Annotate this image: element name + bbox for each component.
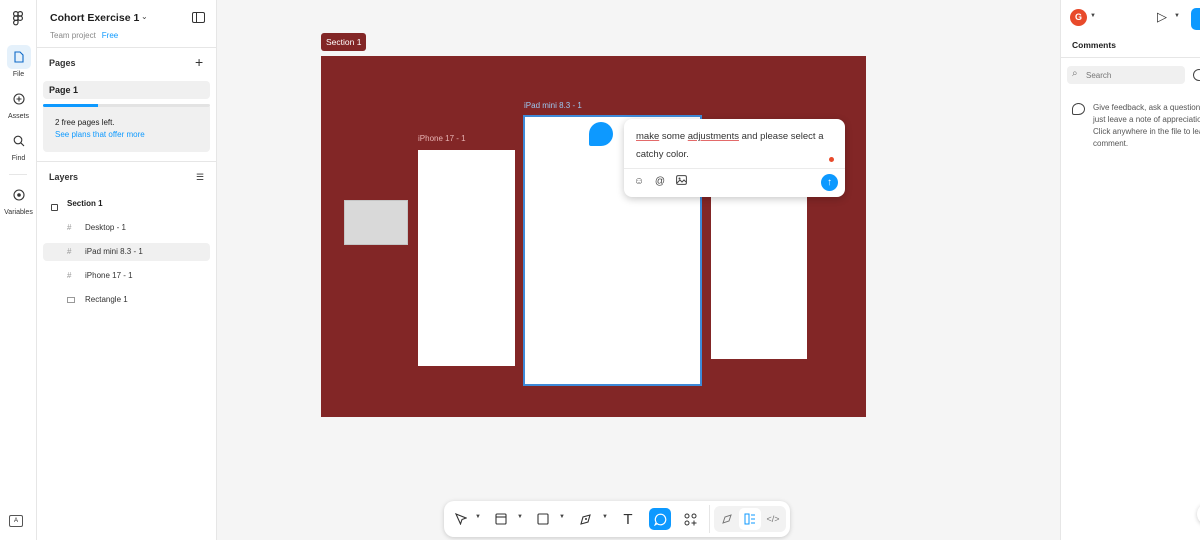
layer-label: iPad mini 8.3 - 1: [85, 247, 143, 256]
rail-assets[interactable]: Assets: [0, 87, 37, 120]
bottom-toolbar: ▼ ▼ ▼ ▼ T </>: [444, 501, 790, 537]
section-label[interactable]: Section 1: [321, 33, 367, 51]
add-page-icon[interactable]: +: [195, 55, 203, 69]
right-panel: G ▼ ▷ ▼ Comments ⌕ Give feedback, ask a …: [1060, 0, 1200, 540]
layer-iphone-17[interactable]: # iPhone 17 - 1: [43, 267, 210, 285]
assets-icon: [7, 87, 31, 111]
comment-word: make: [636, 131, 660, 142]
filter-icon[interactable]: [1193, 69, 1200, 81]
layer-label: Section 1: [67, 199, 103, 208]
share-button[interactable]: [1191, 8, 1200, 30]
frame-icon: #: [67, 247, 72, 256]
page-item-page-1[interactable]: Page 1: [43, 81, 210, 99]
frame-icon: #: [67, 223, 72, 232]
figma-logo-icon[interactable]: [9, 9, 27, 27]
frame-tool-icon[interactable]: [490, 508, 512, 530]
divider: [624, 168, 845, 169]
avatar[interactable]: G: [1070, 9, 1087, 26]
chevron-down-icon[interactable]: ▼: [559, 514, 565, 520]
search-input[interactable]: [1086, 68, 1181, 82]
rail-file[interactable]: File: [0, 45, 37, 78]
rail-find-label: Find: [11, 155, 26, 162]
chevron-down-icon[interactable]: ▼: [517, 514, 523, 520]
comment-composer[interactable]: make some adjustments and please select …: [624, 119, 845, 197]
mention-icon[interactable]: @: [653, 175, 667, 189]
ui-settings-icon[interactable]: A: [9, 515, 23, 527]
rail-variables-label: Variables: [4, 209, 33, 216]
section-icon: [51, 200, 58, 218]
layer-label: iPhone 17 - 1: [85, 271, 133, 280]
image-icon[interactable]: [674, 175, 688, 189]
draw-mode-icon[interactable]: [716, 508, 738, 530]
spellcheck-dot: [829, 157, 834, 162]
send-comment-button[interactable]: ↑: [821, 174, 838, 191]
variables-icon: [7, 183, 31, 207]
pen-tool-icon[interactable]: [574, 508, 596, 530]
layer-desktop-1[interactable]: # Desktop - 1: [43, 219, 210, 237]
left-panel: Cohort Exercise 1 ⌄ Team project Free Pag…: [37, 0, 217, 540]
comment-pin-icon[interactable]: [589, 122, 613, 146]
comment-word: some: [659, 131, 688, 142]
divider: [37, 161, 217, 162]
search-icon: ⌕: [1072, 68, 1078, 79]
collapse-layers-icon[interactable]: ☰: [196, 172, 204, 183]
rail-variables[interactable]: Variables: [0, 183, 37, 216]
free-pages-notice: 2 free pages left. See plans that offer …: [43, 107, 210, 152]
layer-rectangle-1[interactable]: Rectangle 1: [43, 291, 210, 309]
layer-label: Desktop - 1: [85, 223, 126, 232]
left-rail: File Assets Find Variables A: [0, 0, 37, 540]
desktop-frame[interactable]: [711, 194, 807, 359]
file-title[interactable]: Cohort Exercise 1: [50, 12, 139, 24]
layers-heading: Layers: [49, 172, 79, 182]
iphone-frame-label[interactable]: iPhone 17 - 1: [418, 134, 466, 143]
move-tool-icon[interactable]: [450, 508, 472, 530]
comment-input[interactable]: make some adjustments and please select …: [636, 128, 836, 164]
rail-divider: [9, 174, 27, 175]
chevron-down-icon[interactable]: ▼: [1174, 13, 1180, 19]
rectangle-1[interactable]: [344, 200, 408, 245]
chevron-down-icon[interactable]: ▼: [602, 514, 608, 520]
pages-heading: Pages: [49, 58, 76, 68]
comments-heading: Comments: [1072, 40, 1116, 50]
iphone-17-frame[interactable]: [418, 150, 515, 366]
file-subtitle: Team project Free: [50, 31, 118, 40]
divider: [37, 47, 217, 48]
layer-label: Rectangle 1: [85, 295, 128, 304]
comment-bubble-icon: [1072, 103, 1085, 115]
comment-tool-icon[interactable]: [649, 508, 671, 530]
comments-empty-hint: Give feedback, ask a question, or just l…: [1093, 103, 1200, 148]
comment-word: adjustments: [687, 131, 739, 142]
rail-file-label: File: [12, 71, 25, 78]
comments-search[interactable]: ⌕: [1067, 66, 1185, 84]
search-icon: [7, 129, 31, 153]
section-1[interactable]: iPhone 17 - 1 iPad mini 8.3 - 1: [321, 56, 866, 417]
text-tool-icon[interactable]: T: [617, 508, 639, 530]
layer-ipad-mini[interactable]: # iPad mini 8.3 - 1: [43, 243, 210, 261]
chevron-down-icon[interactable]: ▼: [475, 514, 481, 520]
layer-section-1[interactable]: Section 1: [43, 195, 210, 213]
panel-toggle-icon[interactable]: [192, 12, 205, 23]
rail-find[interactable]: Find: [0, 129, 37, 162]
emoji-icon[interactable]: ☺: [632, 175, 646, 189]
dev-mode-icon[interactable]: </>: [762, 508, 784, 530]
rail-assets-label: Assets: [7, 113, 29, 120]
ipad-frame-label[interactable]: iPad mini 8.3 - 1: [524, 101, 582, 110]
divider: [709, 505, 710, 533]
free-pages-text: 2 free pages left.: [55, 118, 115, 127]
frame-icon: #: [67, 271, 72, 280]
canvas[interactable]: Section 1 iPhone 17 - 1 iPad mini 8.3 - …: [217, 0, 1060, 540]
plan-badge[interactable]: Free: [102, 31, 118, 40]
divider: [1061, 57, 1200, 58]
design-mode-icon[interactable]: [739, 508, 761, 530]
file-icon: [6, 45, 31, 69]
project-name: Team project: [50, 31, 96, 40]
chevron-down-icon[interactable]: ⌄: [141, 12, 148, 21]
rectangle-icon: [67, 297, 75, 304]
present-play-icon[interactable]: ▷: [1157, 10, 1167, 23]
rectangle-tool-icon[interactable]: [532, 508, 554, 530]
actions-tool-icon[interactable]: [679, 508, 701, 530]
see-plans-link[interactable]: See plans that offer more: [55, 129, 198, 141]
chevron-down-icon[interactable]: ▼: [1090, 13, 1096, 19]
